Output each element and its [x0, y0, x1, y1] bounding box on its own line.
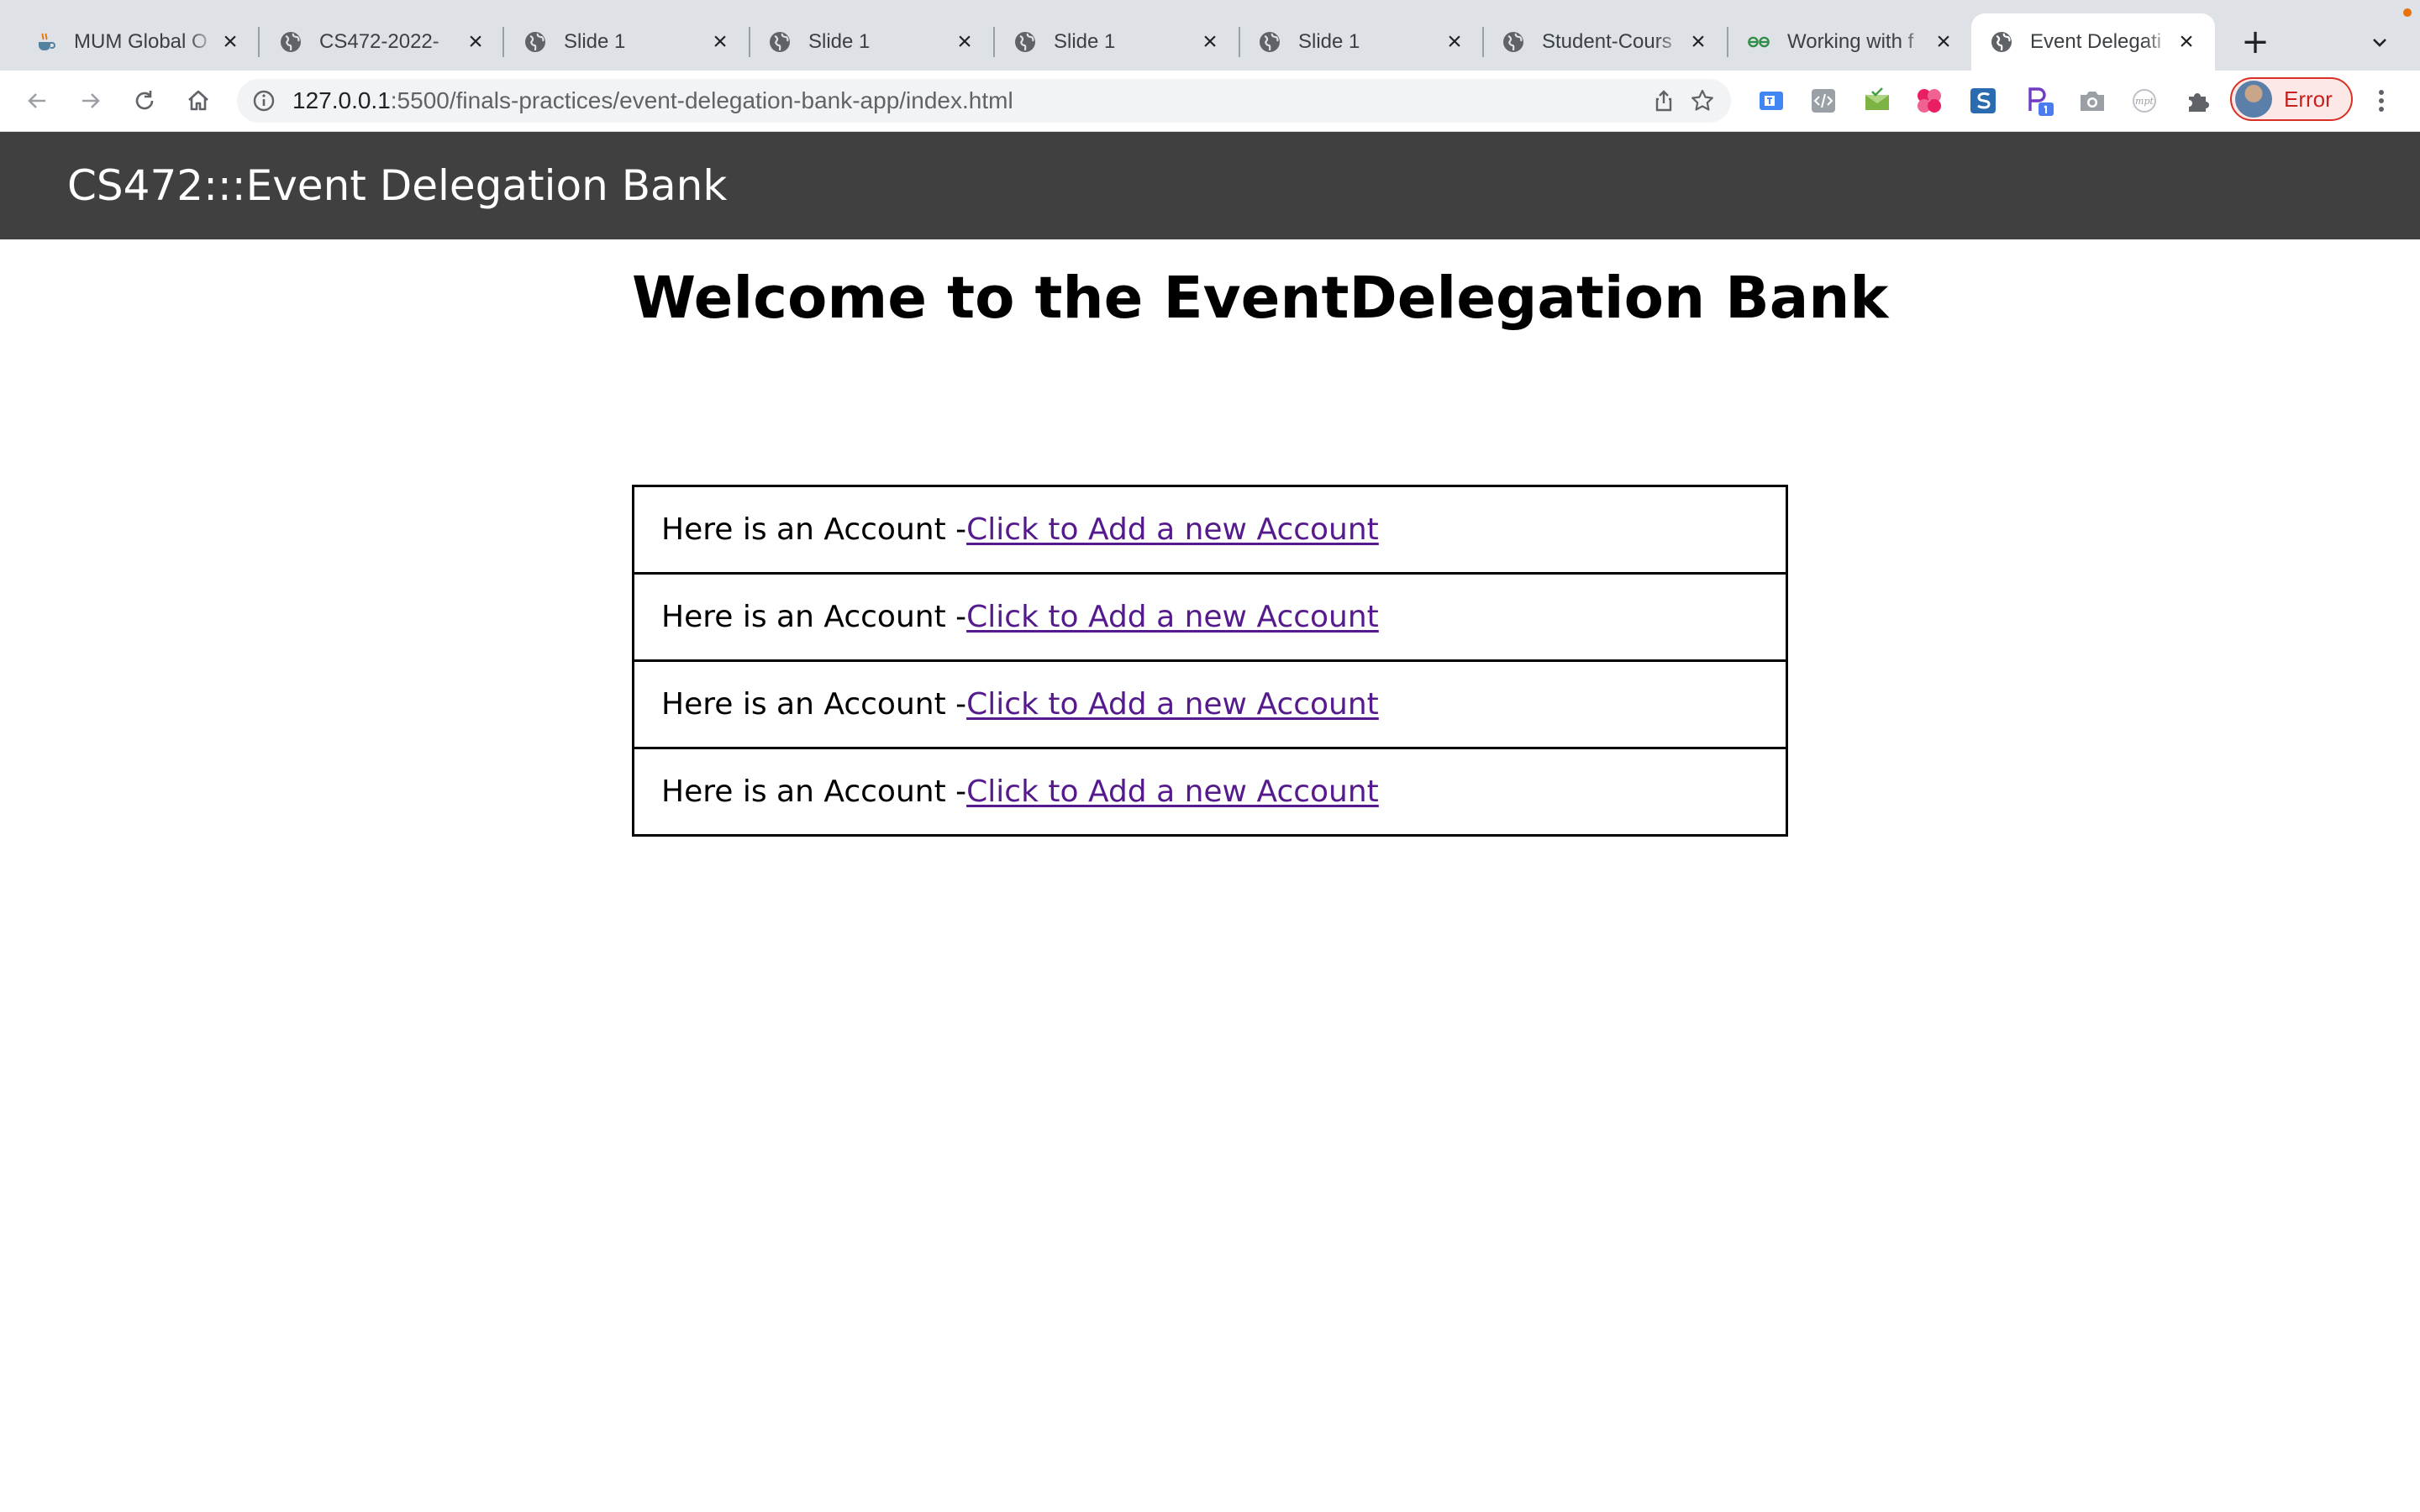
tab-mum-global[interactable]: MUM Global O ×: [15, 13, 259, 71]
tab-title: Event Delegati: [2030, 30, 2162, 53]
new-tab-button[interactable]: +: [2235, 22, 2275, 62]
address-bar[interactable]: 127.0.0.1:5500/finals-practices/event-de…: [237, 79, 1731, 123]
back-button[interactable]: [17, 81, 57, 121]
camera-icon[interactable]: [2075, 84, 2109, 118]
add-account-link[interactable]: Click to Add a new Account: [966, 687, 1379, 722]
tab-title: MUM Global O: [74, 30, 208, 53]
account-item: Here is an Account - Click to Add a new …: [632, 485, 1788, 575]
star-icon[interactable]: [1689, 87, 1716, 114]
page-viewport: CS472:::Event Delegation Bank Welcome to…: [0, 132, 2420, 1512]
account-item: Here is an Account - Click to Add a new …: [632, 747, 1788, 837]
site-header: CS472:::Event Delegation Bank: [0, 132, 2420, 239]
tab-cs472[interactable]: CS472-2022- ×: [260, 13, 504, 71]
java-cup-icon: [34, 30, 57, 54]
close-icon[interactable]: ×: [707, 29, 734, 55]
tab-working-with[interactable]: Working with f ×: [1728, 13, 1972, 71]
extension-code-icon[interactable]: [1807, 84, 1840, 118]
tab-event-delegation[interactable]: Event Delegati ×: [1971, 13, 2215, 71]
tab-title: Slide 1: [564, 30, 626, 53]
extension-clickup-icon[interactable]: [1912, 84, 1946, 118]
home-icon: [188, 90, 208, 111]
close-icon[interactable]: ×: [1441, 29, 1468, 55]
globe-icon: [279, 30, 302, 54]
close-icon[interactable]: ×: [462, 29, 489, 55]
close-icon[interactable]: ×: [1197, 29, 1223, 55]
kebab-menu-icon[interactable]: [2368, 87, 2395, 114]
share-icon[interactable]: [1650, 87, 1677, 114]
reload-button[interactable]: [124, 81, 165, 121]
close-icon[interactable]: ×: [217, 29, 244, 55]
extension-p-icon[interactable]: [2022, 84, 2055, 118]
tab-title: Working with f: [1787, 30, 1914, 53]
browser-toolbar: 127.0.0.1:5500/finals-practices/event-de…: [0, 71, 2420, 132]
globe-icon: [768, 30, 792, 54]
profile-button[interactable]: Error: [2230, 77, 2353, 121]
tab-separator: [258, 27, 260, 57]
extension-mpt-icon[interactable]: mpt: [2128, 84, 2161, 118]
page-title: Welcome to the EventDelegation Bank: [632, 265, 1889, 332]
extension-s-icon[interactable]: [1966, 84, 2000, 118]
extension-mail-icon[interactable]: [1860, 84, 1894, 118]
puzzle-icon[interactable]: [2181, 84, 2215, 118]
close-icon[interactable]: ×: [2173, 29, 2200, 55]
account-item: Here is an Account - Click to Add a new …: [632, 659, 1788, 749]
avatar: [2235, 81, 2272, 118]
site-brand: CS472:::Event Delegation Bank: [67, 161, 728, 210]
geeks-icon: [1747, 30, 1770, 54]
forward-button[interactable]: [71, 81, 111, 121]
globe-icon: [1502, 30, 1525, 54]
url-text[interactable]: 127.0.0.1:5500/finals-practices/event-de…: [292, 79, 1013, 123]
tab-title: Slide 1: [1298, 30, 1360, 53]
arrow-left-icon: [28, 93, 45, 108]
tab-slide-1[interactable]: Slide 1 ×: [750, 13, 993, 71]
extension-translate-icon[interactable]: [1754, 84, 1788, 118]
tab-slide-1[interactable]: Slide 1 ×: [1239, 13, 1483, 71]
close-icon[interactable]: ×: [1930, 29, 1957, 55]
tab-student-course[interactable]: Student-Cours ×: [1483, 13, 1727, 71]
svg-text:mpt: mpt: [2135, 96, 2154, 107]
info-icon[interactable]: [250, 87, 277, 114]
home-button[interactable]: [178, 81, 218, 121]
arrow-right-icon: [82, 93, 100, 108]
add-account-link[interactable]: Click to Add a new Account: [966, 512, 1379, 547]
globe-icon: [523, 30, 547, 54]
globe-icon: [1258, 30, 1281, 54]
account-label: Here is an Account -: [661, 512, 967, 547]
add-account-link[interactable]: Click to Add a new Account: [966, 774, 1379, 809]
tab-title: Slide 1: [808, 30, 871, 53]
chevron-down-icon[interactable]: [2363, 25, 2396, 59]
tab-slide-1[interactable]: Slide 1 ×: [505, 13, 749, 71]
add-account-link[interactable]: Click to Add a new Account: [966, 600, 1379, 634]
tab-title: Slide 1: [1054, 30, 1116, 53]
tab-slide-1[interactable]: Slide 1 ×: [995, 13, 1239, 71]
close-icon[interactable]: ×: [1685, 29, 1712, 55]
tab-title: Student-Cours: [1542, 30, 1672, 53]
url-path: :5500/finals-practices/event-delegation-…: [390, 87, 1013, 113]
globe-icon: [1013, 30, 1037, 54]
account-label: Here is an Account -: [661, 687, 967, 722]
globe-icon: [1990, 30, 2013, 54]
account-label: Here is an Account -: [661, 600, 967, 634]
tab-separator: [502, 27, 504, 57]
url-host: 127.0.0.1: [292, 87, 391, 113]
reload-icon: [135, 91, 154, 110]
update-indicator: [2403, 8, 2412, 17]
account-label: Here is an Account -: [661, 774, 967, 809]
close-icon[interactable]: ×: [951, 29, 978, 55]
tab-title: CS472-2022-: [319, 30, 439, 53]
profile-status: Error: [2284, 86, 2333, 112]
accounts-list: Here is an Account - Click to Add a new …: [632, 485, 1788, 837]
account-item: Here is an Account - Click to Add a new …: [632, 572, 1788, 662]
tab-strip: MUM Global O × CS472-2022- × Slide 1 × S…: [0, 0, 2420, 71]
